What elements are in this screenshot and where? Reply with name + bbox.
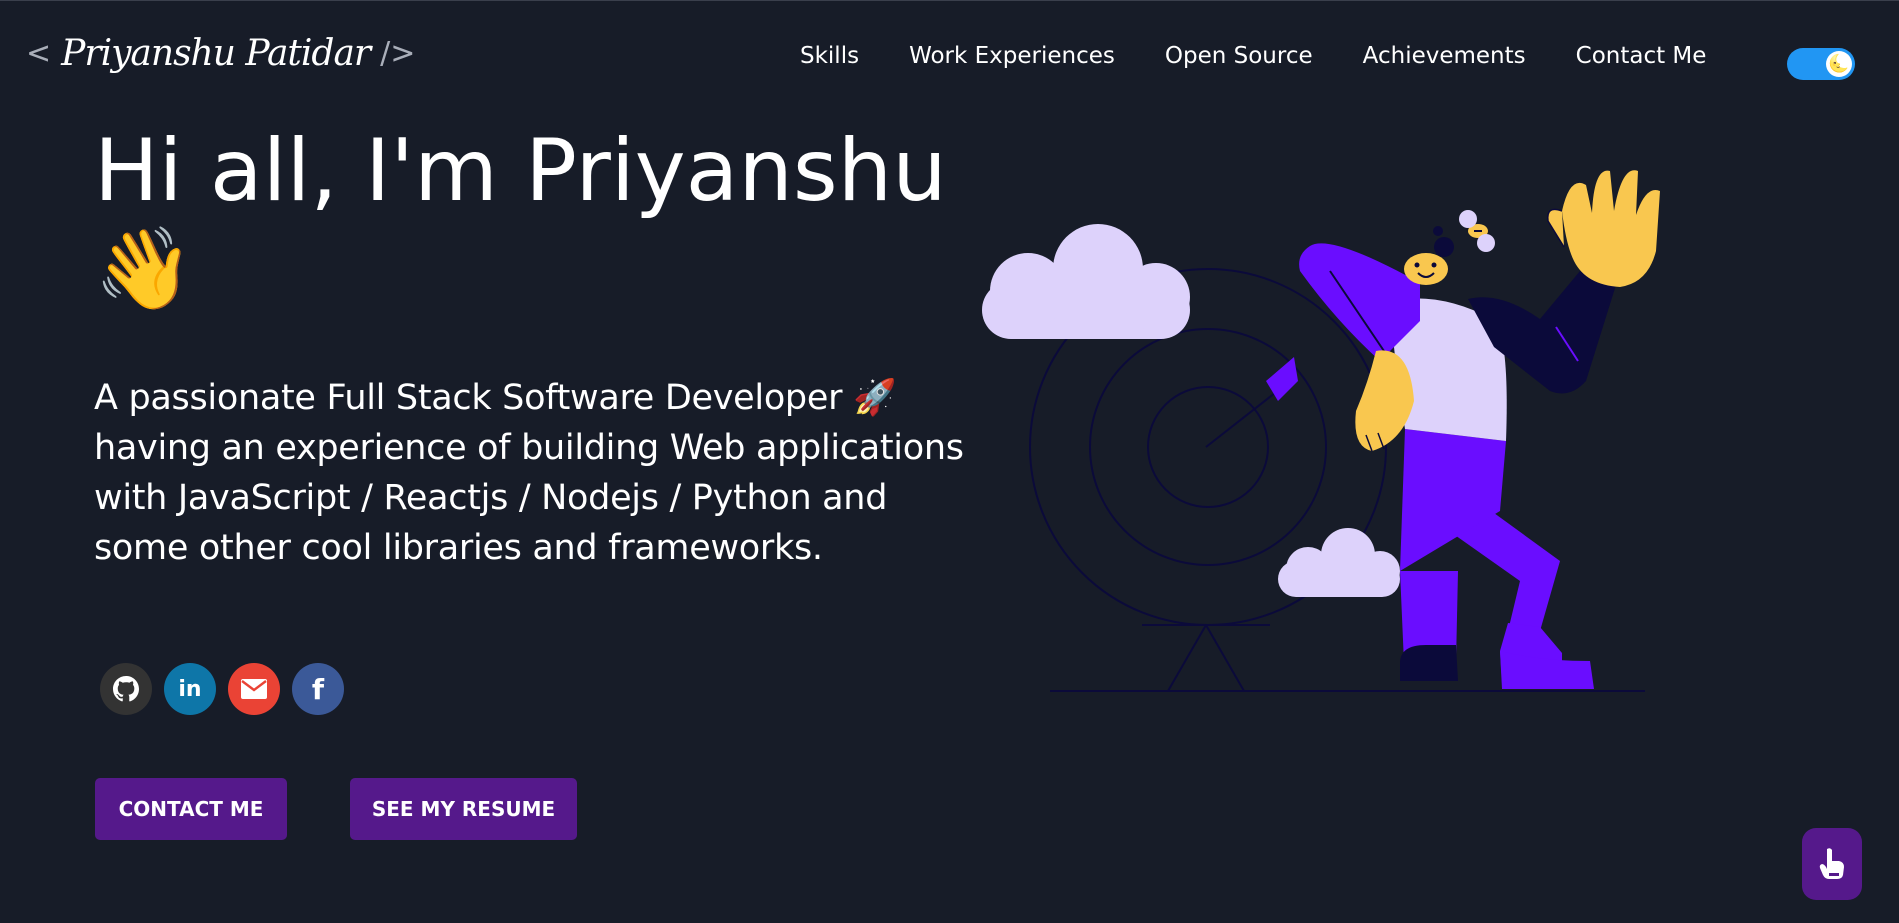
nav-achievements[interactable]: Achievements <box>1363 43 1526 69</box>
cloud-small-illustration <box>1278 528 1400 597</box>
nav-skills[interactable]: Skills <box>800 43 859 69</box>
facebook-link[interactable]: f <box>292 663 344 715</box>
logo-name: Priyanshu Patidar <box>61 33 371 74</box>
logo-open-bracket: < <box>26 36 52 71</box>
nav-contact-me[interactable]: Contact Me <box>1576 43 1707 69</box>
hero-title: Hi all, I'm Priyanshu 👋 <box>94 119 994 317</box>
facebook-icon: f <box>311 672 325 706</box>
linkedin-link[interactable]: in <box>164 663 216 715</box>
main-nav: Skills Work Experiences Open Source Achi… <box>800 43 1756 69</box>
bee-illustration <box>1459 210 1495 252</box>
hero-illustration <box>982 170 1660 692</box>
linkedin-icon: in <box>178 676 202 702</box>
contact-me-button[interactable]: CONTACT ME <box>95 778 287 840</box>
envelope-icon <box>241 679 267 699</box>
github-icon <box>113 676 139 702</box>
social-links: in f <box>100 663 356 715</box>
logo[interactable]: < Priyanshu Patidar /> <box>26 33 415 74</box>
page: < Priyanshu Patidar /> Skills Work Exper… <box>0 0 1899 923</box>
see-my-resume-button[interactable]: SEE MY RESUME <box>350 778 577 840</box>
nav-open-source[interactable]: Open Source <box>1165 43 1313 69</box>
hero-subtitle: A passionate Full Stack Software Develop… <box>94 378 964 568</box>
hero-title-text: Hi all, I'm Priyanshu <box>94 121 947 221</box>
waving-hand-icon: 👋 <box>94 222 194 315</box>
cloud-large-illustration <box>982 224 1190 339</box>
pointing-hand-icon <box>1819 848 1844 879</box>
arrow-illustration <box>1205 357 1298 448</box>
theme-toggle[interactable]: 🌜 <box>1787 48 1855 80</box>
logo-close-bracket: /> <box>380 36 416 71</box>
nav-work-experiences[interactable]: Work Experiences <box>909 43 1115 69</box>
github-link[interactable] <box>100 663 152 715</box>
gmail-link[interactable] <box>228 663 280 715</box>
scroll-top-button[interactable] <box>1802 828 1862 900</box>
moon-icon: 🌜 <box>1826 51 1852 77</box>
person-illustration <box>1299 170 1660 689</box>
header: < Priyanshu Patidar /> Skills Work Exper… <box>0 1 1899 111</box>
